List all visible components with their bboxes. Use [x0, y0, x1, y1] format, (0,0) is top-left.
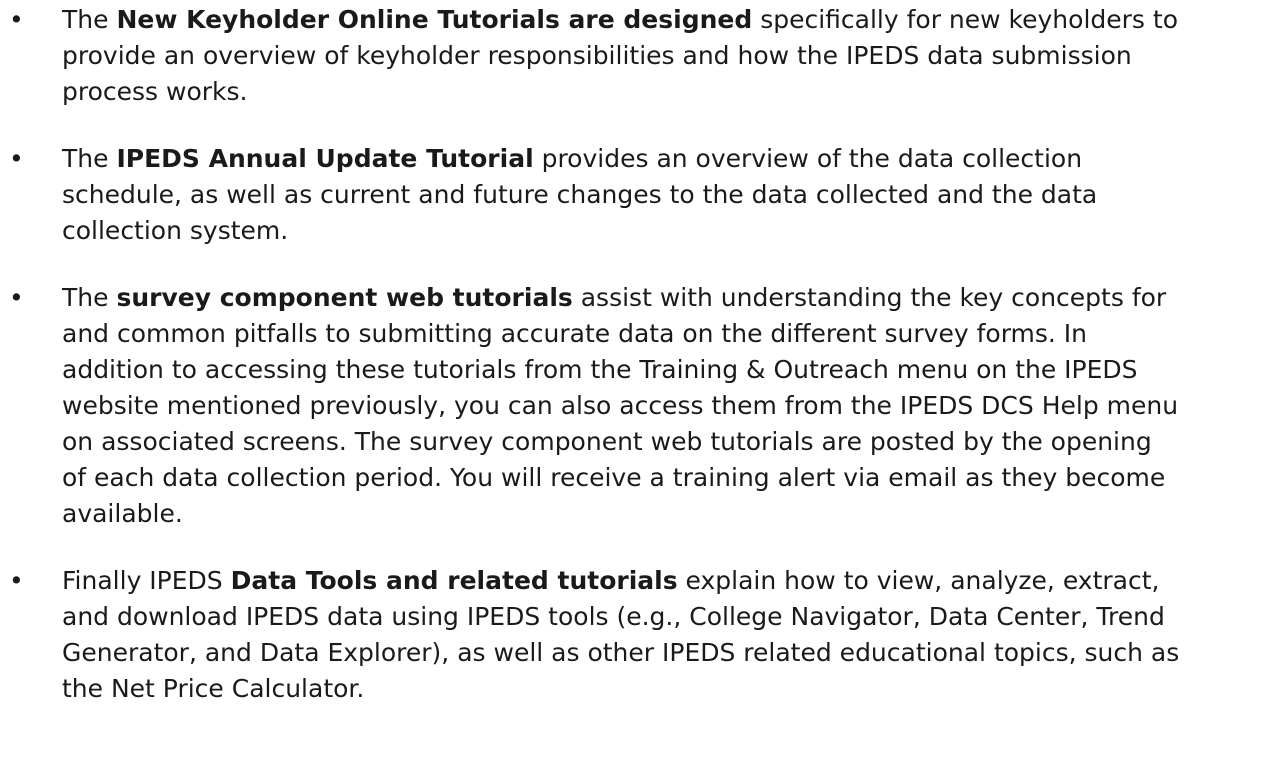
bullet-marker: • [9, 566, 24, 595]
bullet-marker: • [9, 144, 24, 173]
bullet-marker: • [9, 5, 24, 34]
bullet-text-bold: IPEDS Annual Update Tutorial [116, 144, 534, 173]
bullet-text-pre: Finally IPEDS [62, 566, 231, 595]
bullet-text-bold: New Keyholder Online Tutorials are desig… [116, 5, 753, 34]
bullet-new-keyholder-tutorials: • The New Keyholder Online Tutorials are… [9, 2, 1182, 110]
bullet-text-pre: The [62, 283, 117, 312]
bullet-survey-component-tutorials: • The survey component web tutorials ass… [9, 280, 1182, 532]
bullet-marker: • [9, 283, 24, 312]
bullet-text-bold: Data Tools and related tutorials [230, 566, 678, 595]
tutorial-bullet-list: • The New Keyholder Online Tutorials are… [9, 2, 1182, 707]
bullet-text-post: assist with understanding the key concep… [62, 283, 1179, 528]
bullet-data-tools-tutorials: • Finally IPEDS Data Tools and related t… [9, 563, 1182, 707]
document-page: • The New Keyholder Online Tutorials are… [0, 0, 1266, 783]
bullet-annual-update-tutorial: • The IPEDS Annual Update Tutorial provi… [9, 141, 1182, 249]
bullet-text-bold: survey component web tutorials [116, 283, 573, 312]
bullet-text-pre: The [62, 144, 117, 173]
bullet-text-pre: The [62, 5, 117, 34]
